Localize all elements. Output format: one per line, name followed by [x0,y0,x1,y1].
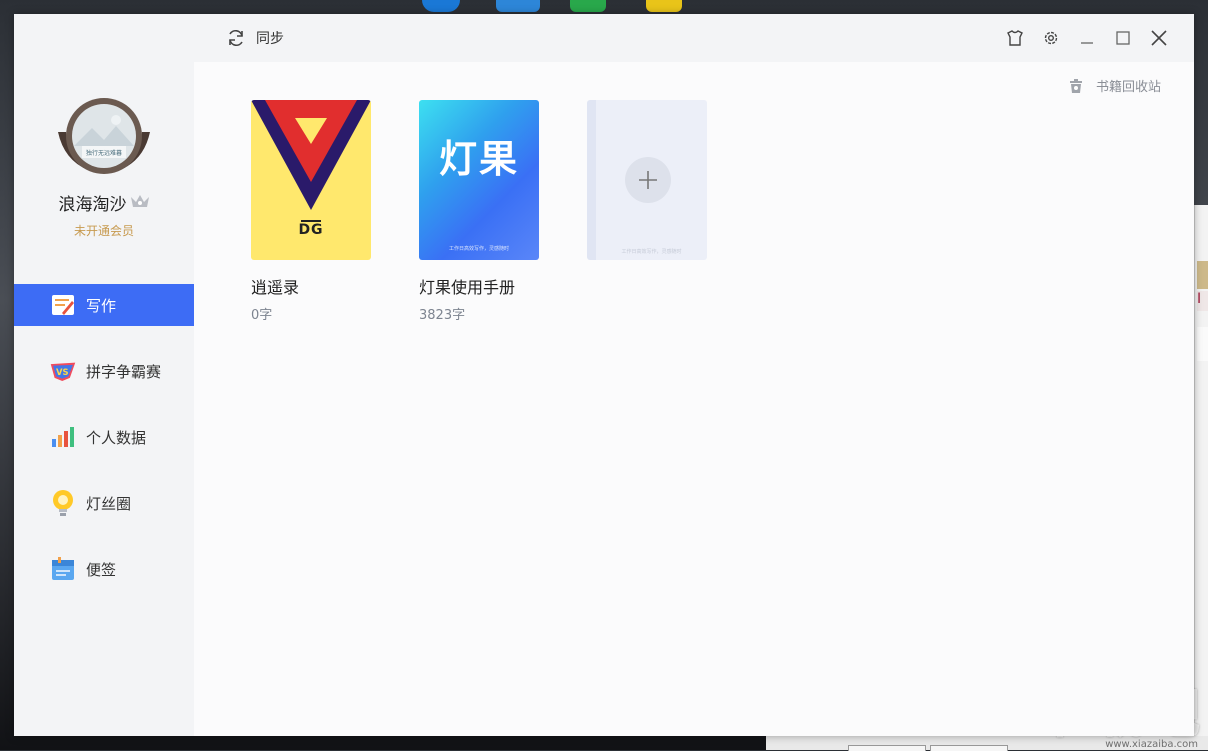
main-content: 书籍回收站 DG 逍遥录 0字 灯果 工作日高效写作，灵感随时 灯果使用手册 3… [194,62,1194,736]
new-book-button[interactable]: 工作日高效写作，灵感随时 [587,100,707,323]
cover-small-text: 工作日高效写作，灵感随时 [448,246,509,252]
shirt-icon [1007,30,1023,46]
minimize-button[interactable] [1076,27,1098,49]
cover-text: 灯果 [438,137,519,181]
book-word-count: 3823字 [419,308,466,323]
bar-chart-icon [50,424,76,450]
book-list: DG 逍遥录 0字 灯果 工作日高效写作，灵感随时 灯果使用手册 3823字 工… [251,100,707,323]
sidebar-item-label: 拼字争霸赛 [86,362,162,381]
lightbulb-icon [50,490,76,516]
sidebar-item-notes[interactable]: 便签 [14,548,194,590]
avatar-caption: 独行无远难暮 [86,149,122,157]
sidebar-item-typing-contest[interactable]: VS 拼字争霸赛 [14,350,194,392]
sidebar: 独行无远难暮 浪海淘沙 未开通会员 写作 VS 拼字争霸赛 个人数据 灯丝圈 便… [14,14,194,736]
sidebar-item-label: 便签 [86,560,117,579]
gear-icon [1044,31,1058,45]
sync-label: 同步 [256,31,284,47]
book-item[interactable]: DG 逍遥录 0字 [251,100,371,323]
sidebar-item-label: 灯丝圈 [86,494,132,513]
sidebar-nav: 写作 VS 拼字争霸赛 个人数据 灯丝圈 便签 [14,284,194,614]
user-name: 浪海淘沙 [58,195,127,215]
recycle-bin-button[interactable]: 书籍回收站 [1068,76,1161,95]
maximize-button[interactable] [1112,27,1134,49]
vs-icon: VS [50,358,76,384]
sync-icon [229,30,243,46]
avatar[interactable]: 独行无远难暮 [54,96,154,178]
book-cover[interactable]: 灯果 工作日高效写作，灵感随时 [419,100,539,260]
new-book-cover[interactable]: 工作日高效写作，灵感随时 [587,100,707,260]
book-title: 逍遥录 [251,278,300,297]
skin-button[interactable] [1004,27,1026,49]
settings-button[interactable] [1040,27,1062,49]
window-controls [1004,27,1170,49]
vip-status-text[interactable]: 未开通会员 [14,222,194,239]
recycle-bin-label: 书籍回收站 [1095,80,1161,95]
avatar-image: 独行无远难暮 [58,98,150,174]
cover-text: DG [298,222,324,238]
trash-icon [1069,78,1082,93]
sidebar-item-personal-data[interactable]: 个人数据 [14,416,194,458]
book-title: 灯果使用手册 [419,278,516,297]
svg-text:VS: VS [56,367,69,377]
writing-icon [50,292,76,318]
app-window: 独行无远难暮 浪海淘沙 未开通会员 写作 VS 拼字争霸赛 个人数据 灯丝圈 便… [14,14,1194,736]
title-bar: 同步 [194,14,1194,62]
close-button[interactable] [1148,27,1170,49]
watermark-url: www.xiazaiba.com [1105,739,1198,750]
plus-icon [625,157,671,203]
sidebar-item-fan-circle[interactable]: 灯丝圈 [14,482,194,524]
book-word-count: 0字 [251,308,273,323]
book-item[interactable]: 灯果 工作日高效写作，灵感随时 灯果使用手册 3823字 [419,100,539,323]
book-cover[interactable]: DG [251,100,371,260]
close-icon [1151,30,1167,46]
vip-crown-icon [130,193,150,213]
maximize-icon [1116,31,1130,45]
cover-small-text: 工作日高效写作，灵感随时 [621,249,682,255]
minimize-icon [1081,42,1093,44]
desktop-taskbar-icons [410,0,710,14]
sidebar-item-label: 写作 [86,296,117,315]
user-name-row: 浪海淘沙 [14,190,194,215]
sidebar-item-label: 个人数据 [86,428,147,447]
sync-button[interactable]: 同步 [226,28,284,48]
note-icon [50,556,76,582]
sidebar-item-writing[interactable]: 写作 [14,284,194,326]
